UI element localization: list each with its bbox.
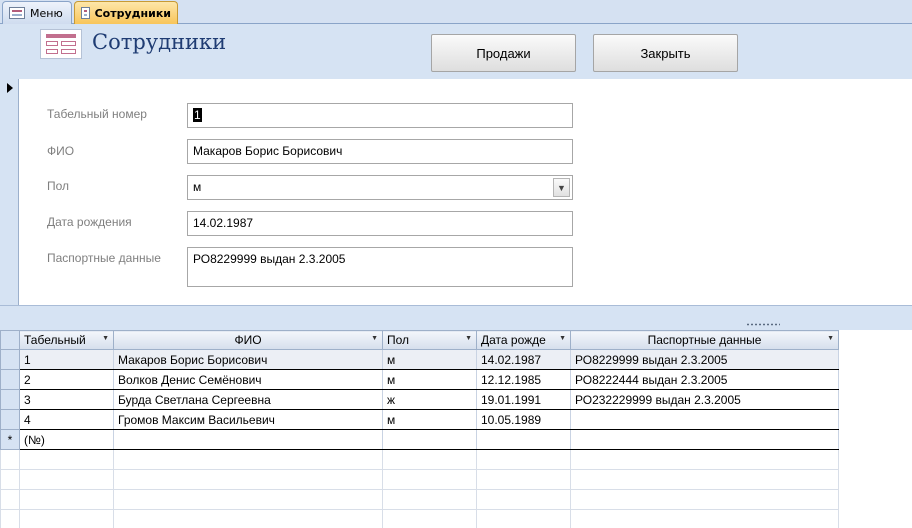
table-row[interactable]: 1 Макаров Борис Борисович м 14.02.1987 Р…: [0, 349, 839, 370]
cell-tabnum[interactable]: 1: [19, 349, 114, 370]
chevron-down-icon[interactable]: ▼: [553, 178, 570, 197]
passport-label: Паспортные данные: [47, 251, 161, 265]
table-row[interactable]: 4 Громов Максим Васильевич м 10.05.1989: [0, 409, 839, 430]
passport-field[interactable]: РО8229999 выдан 2.3.2005: [187, 247, 573, 287]
current-record-arrow-icon: [7, 83, 13, 93]
gender-value: м: [193, 180, 202, 194]
column-header-passport[interactable]: Паспортные данные ▼: [570, 330, 839, 350]
cell-birthdate[interactable]: [476, 429, 571, 450]
cell-birthdate[interactable]: 19.01.1991: [476, 389, 571, 410]
page-title: Сотрудники: [92, 30, 227, 54]
cell-gender[interactable]: м: [382, 369, 477, 390]
sort-dropdown-icon[interactable]: ▼: [102, 335, 109, 342]
empty-row: [0, 489, 839, 510]
cell-tabnum[interactable]: 2: [19, 369, 114, 390]
document-tabs: Меню Сотрудники: [0, 0, 912, 24]
birth-date-value: 14.02.1987: [193, 216, 254, 230]
form-logo-icon: [40, 29, 82, 59]
fio-field[interactable]: Макаров Борис Борисович: [187, 139, 573, 164]
row-selector[interactable]: [0, 369, 20, 390]
table-row[interactable]: 2 Волков Денис Семёнович м 12.12.1985 РО…: [0, 369, 839, 390]
cell-gender[interactable]: м: [382, 409, 477, 430]
close-button[interactable]: Закрыть: [593, 34, 738, 72]
cell-birthdate[interactable]: 12.12.1985: [476, 369, 571, 390]
row-selector[interactable]: [0, 349, 20, 370]
birth-date-label: Дата рождения: [47, 215, 132, 229]
passport-value: РО8229999 выдан 2.3.2005: [193, 252, 346, 266]
column-header-fio[interactable]: ФИО ▼: [113, 330, 383, 350]
tab-employees-label: Сотрудники: [94, 6, 171, 20]
column-header-gender[interactable]: Пол ▼: [382, 330, 477, 350]
tab-menu-label: Меню: [30, 6, 63, 20]
empty-row: [0, 449, 839, 470]
cell-fio[interactable]: [113, 429, 383, 450]
form-icon: [81, 7, 90, 19]
sales-button[interactable]: Продажи: [431, 34, 576, 72]
row-selector[interactable]: [0, 389, 20, 410]
split-form-splitter[interactable]: [0, 305, 912, 331]
cell-passport[interactable]: РО8222444 выдан 2.3.2005: [570, 369, 839, 390]
new-record-row[interactable]: * (№): [0, 429, 839, 450]
splitter-grip-icon[interactable]: [746, 323, 780, 326]
fio-label: ФИО: [47, 144, 75, 158]
sort-dropdown-icon[interactable]: ▼: [465, 335, 472, 342]
table-header-row: Табельный ▼ ФИО ▼ Пол ▼ Дата рожде ▼ Паспорт…: [0, 330, 839, 350]
record-selector[interactable]: [0, 79, 19, 305]
row-selector[interactable]: [0, 409, 20, 430]
form-header: Сотрудники Продажи Закрыть: [0, 24, 912, 79]
form-detail: Табельный номер 1 ФИО Макаров Борис Бори…: [0, 79, 912, 305]
new-record-icon: *: [0, 429, 20, 450]
cell-birthdate[interactable]: 10.05.1989: [476, 409, 571, 430]
cell-gender[interactable]: [382, 429, 477, 450]
tab-number-value: 1: [193, 108, 202, 122]
select-all-corner[interactable]: [0, 330, 20, 350]
gender-combobox[interactable]: м ▼: [187, 175, 573, 200]
cell-fio[interactable]: Волков Денис Семёнович: [113, 369, 383, 390]
fio-value: Макаров Борис Борисович: [193, 144, 343, 158]
empty-row: [0, 469, 839, 490]
cell-passport[interactable]: [570, 409, 839, 430]
empty-row: [0, 509, 839, 528]
cell-birthdate[interactable]: 14.02.1987: [476, 349, 571, 370]
table-row[interactable]: 3 Бурда Светлана Сергеевна ж 19.01.1991 …: [0, 389, 839, 410]
tab-number-label: Табельный номер: [47, 107, 147, 121]
birth-date-field[interactable]: 14.02.1987: [187, 211, 573, 236]
cell-passport[interactable]: РО8229999 выдан 2.3.2005: [570, 349, 839, 370]
sort-dropdown-icon[interactable]: ▼: [827, 335, 834, 342]
cell-passport[interactable]: [570, 429, 839, 450]
tab-number-field[interactable]: 1: [187, 103, 573, 128]
gender-label: Пол: [47, 179, 70, 193]
column-header-tabnum[interactable]: Табельный ▼: [19, 330, 114, 350]
sort-dropdown-icon[interactable]: ▼: [371, 335, 378, 342]
tab-menu[interactable]: Меню: [2, 1, 72, 24]
cell-passport[interactable]: РО232229999 выдан 2.3.2005: [570, 389, 839, 410]
cell-gender[interactable]: м: [382, 349, 477, 370]
column-header-birthdate[interactable]: Дата рожде ▼: [476, 330, 571, 350]
cell-gender[interactable]: ж: [382, 389, 477, 410]
cell-fio[interactable]: Громов Максим Васильевич: [113, 409, 383, 430]
form-icon: [9, 7, 25, 19]
cell-fio[interactable]: Бурда Светлана Сергеевна: [113, 389, 383, 410]
cell-fio[interactable]: Макаров Борис Борисович: [113, 349, 383, 370]
employees-table: Табельный ▼ ФИО ▼ Пол ▼ Дата рожде ▼ Паспорт…: [0, 330, 839, 528]
cell-tabnum[interactable]: 4: [19, 409, 114, 430]
datasheet: Табельный ▼ ФИО ▼ Пол ▼ Дата рожде ▼ Паспорт…: [0, 330, 912, 528]
tab-employees[interactable]: Сотрудники: [74, 1, 178, 24]
sort-dropdown-icon[interactable]: ▼: [559, 335, 566, 342]
cell-tabnum[interactable]: (№): [19, 429, 114, 450]
cell-tabnum[interactable]: 3: [19, 389, 114, 410]
